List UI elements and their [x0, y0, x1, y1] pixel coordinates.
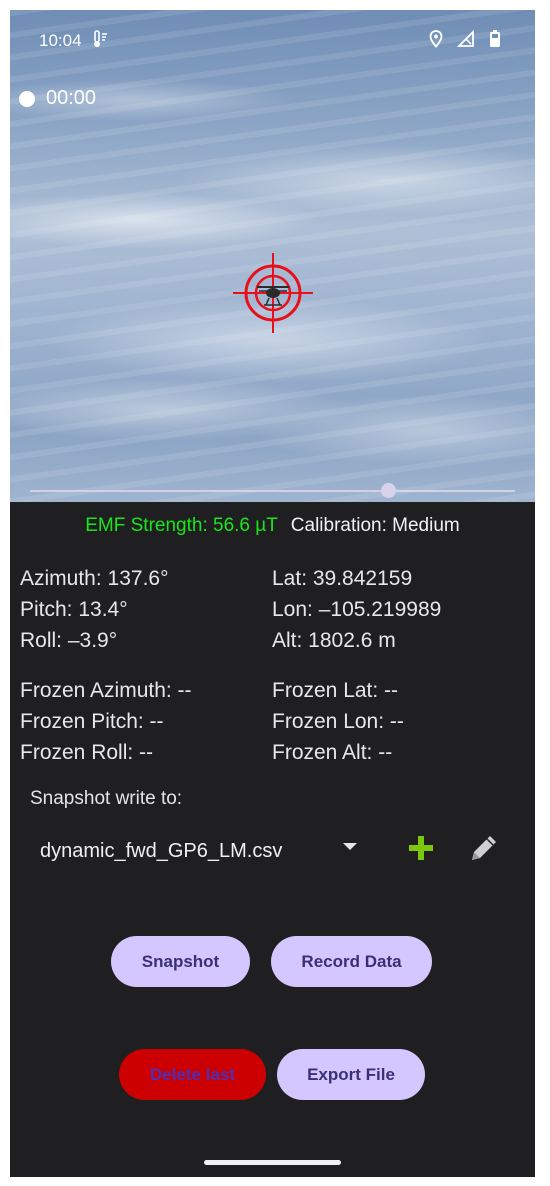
orientation-readings: Azimuth: 137.6° Pitch: 13.4° Roll: –3.9° — [20, 563, 168, 656]
frozen-azimuth-value: Frozen Azimuth: -- — [20, 679, 192, 702]
frozen-alt-value: Frozen Alt: -- — [272, 741, 393, 764]
thermometer-icon — [92, 30, 108, 53]
status-time: 10:04 — [39, 31, 82, 50]
signal-icon — [456, 29, 475, 53]
frozen-lat-value: Frozen Lat: -- — [272, 679, 399, 702]
sensor-status-row: EMF Strength: 56.6 µT Calibration: Mediu… — [10, 515, 535, 537]
status-bar: 10:04 — [10, 28, 535, 56]
plus-icon — [409, 836, 433, 860]
snapshot-file-dropdown[interactable]: dynamic_fwd_GP6_LM.csv — [40, 836, 370, 866]
frozen-pitch-value: Frozen Pitch: -- — [20, 710, 164, 733]
add-file-button[interactable] — [406, 833, 436, 863]
azimuth-value: Azimuth: 137.6° — [20, 567, 169, 590]
dropdown-caret-icon[interactable] — [343, 843, 357, 850]
record-data-button[interactable]: Record Data — [271, 936, 432, 987]
alt-value: Alt: 1802.6 m — [272, 629, 396, 652]
delete-last-button[interactable]: Delete last — [119, 1049, 266, 1100]
battery-icon — [489, 30, 501, 53]
location-icon — [429, 30, 443, 53]
emf-strength: EMF Strength: 56.6 µT — [85, 515, 278, 536]
frozen-orientation-readings: Frozen Azimuth: -- Frozen Pitch: -- Froz… — [20, 675, 192, 768]
snapshot-button[interactable]: Snapshot — [111, 936, 250, 987]
target-reticle — [233, 253, 313, 333]
position-readings: Lat: 39.842159 Lon: –105.219989 Alt: 180… — [272, 563, 441, 656]
frozen-roll-value: Frozen Roll: -- — [20, 741, 154, 764]
camera-viewfinder[interactable]: 10:04 00:00 — [10, 10, 535, 502]
app-screen: 10:04 00:00 EMF Strength: 56.6 µT Calibr… — [10, 10, 535, 1177]
record-dot-icon — [19, 90, 35, 107]
pitch-value: Pitch: 13.4° — [20, 598, 128, 621]
zoom-slider-fill — [30, 490, 389, 492]
roll-value: Roll: –3.9° — [20, 629, 118, 652]
frozen-lon-value: Frozen Lon: -- — [272, 710, 404, 733]
lon-value: Lon: –105.219989 — [272, 598, 442, 621]
recording-timer: 00:00 — [46, 87, 97, 109]
calibration-status: Calibration: Medium — [290, 515, 460, 536]
gesture-home-bar[interactable] — [204, 1160, 341, 1165]
export-file-button[interactable]: Export File — [277, 1049, 425, 1100]
zoom-slider-thumb[interactable] — [381, 483, 397, 498]
selected-file-name: dynamic_fwd_GP6_LM.csv — [40, 839, 283, 862]
lat-value: Lat: 39.842159 — [272, 567, 413, 590]
pencil-icon — [472, 836, 496, 860]
snapshot-target-label: Snapshot write to: — [30, 788, 183, 809]
frozen-position-readings: Frozen Lat: -- Frozen Lon: -- Frozen Alt… — [272, 675, 404, 768]
recording-indicator: 00:00 — [19, 87, 96, 110]
edit-file-button[interactable] — [466, 830, 502, 866]
